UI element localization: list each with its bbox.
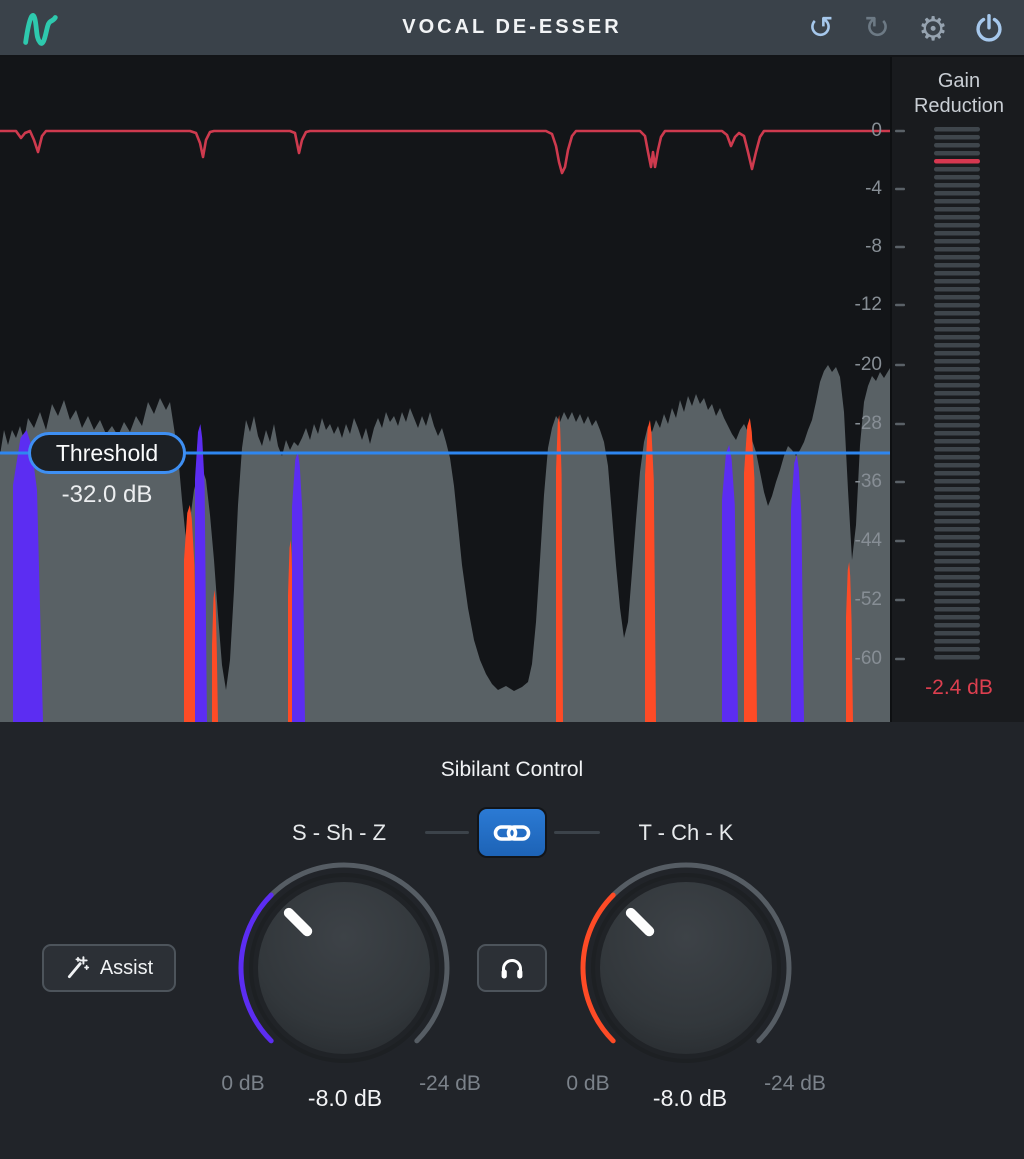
power-button[interactable]	[968, 8, 1010, 50]
gear-icon: ⚙	[918, 12, 948, 45]
undo-button[interactable]: ↺	[800, 8, 842, 50]
db-axis-label: -28	[822, 414, 882, 433]
settings-button[interactable]: ⚙	[912, 8, 954, 50]
db-axis-label: -20	[822, 355, 882, 374]
link-bands-button[interactable]	[477, 807, 547, 858]
db-axis-label: -12	[822, 295, 882, 314]
right-band-label: T - Ch - K	[576, 820, 796, 846]
redo-button[interactable]: ↻	[856, 8, 898, 50]
threshold-label: Threshold	[56, 440, 158, 467]
s-sh-z-knob[interactable]	[226, 850, 462, 1086]
assist-label: Assist	[100, 957, 153, 980]
waveform-canvas	[0, 57, 890, 722]
vocal-de-esser-plugin: VOCAL DE-ESSER ↺ ↻ ⚙ 0 -4 -8 -12 -20 -28 -36 -4…	[0, 0, 1024, 1159]
meter-ladder	[892, 57, 1024, 722]
threshold-handle[interactable]: Threshold	[28, 432, 186, 474]
t-ch-k-knob[interactable]	[568, 850, 804, 1086]
sibilant-solo-button[interactable]	[477, 944, 547, 992]
meter-readout: -2.4 dB	[892, 676, 1024, 700]
db-axis-label: 0	[822, 121, 882, 140]
title-bar: VOCAL DE-ESSER ↺ ↻ ⚙	[0, 0, 1024, 57]
db-axis-label: -4	[822, 179, 882, 198]
redo-icon: ↻	[864, 13, 890, 44]
headphones-icon	[498, 955, 526, 981]
db-axis-label: -52	[822, 590, 882, 609]
link-icon	[492, 820, 532, 846]
assist-button[interactable]: Assist	[42, 944, 176, 992]
knob0-max-label: -24 dB	[390, 1072, 510, 1096]
db-axis-label: -60	[822, 649, 882, 668]
power-icon	[972, 12, 1006, 46]
title-bar-actions: ↺ ↻ ⚙	[800, 0, 1010, 57]
left-band-label: S - Sh - Z	[229, 820, 449, 846]
db-axis-label: -8	[822, 237, 882, 256]
link-connector-left	[425, 831, 469, 834]
magic-wand-icon	[65, 955, 91, 981]
db-axis-label: -36	[822, 472, 882, 491]
undo-icon: ↺	[808, 13, 834, 44]
threshold-value: -32.0 dB	[28, 481, 186, 509]
gain-reduction-meter: Gain Reduction -2.4 dB	[890, 57, 1024, 722]
section-title: Sibilant Control	[0, 758, 1024, 782]
db-axis-label: -44	[822, 531, 882, 550]
spectrum-display: 0 -4 -8 -12 -20 -28 -36 -44 -52 -60 Threshold -32…	[0, 57, 890, 722]
knob1-max-label: -24 dB	[735, 1072, 855, 1096]
